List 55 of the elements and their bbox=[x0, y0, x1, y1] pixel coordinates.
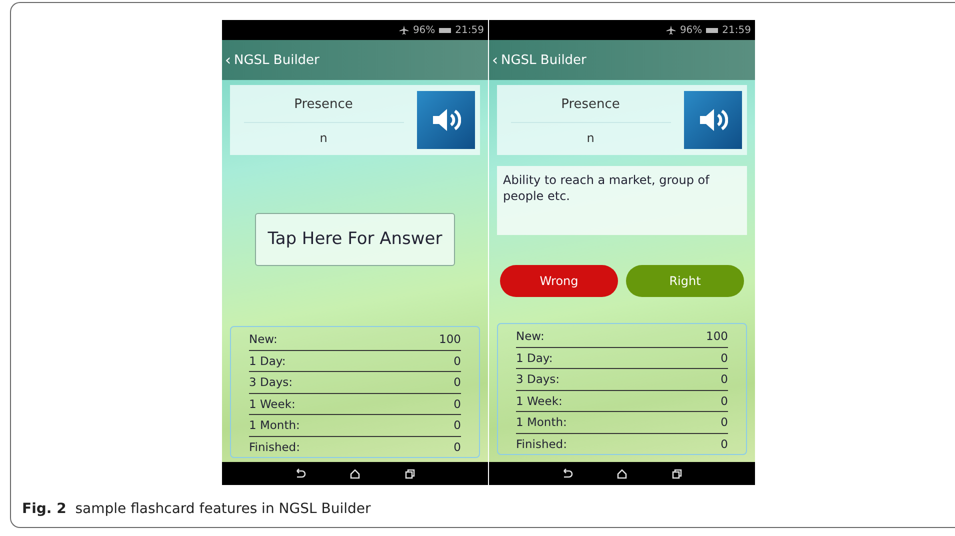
stat-label: 1 Month: bbox=[516, 415, 567, 430]
stat-value: 0 bbox=[720, 394, 728, 408]
stat-value: 0 bbox=[454, 440, 461, 454]
stat-value: 0 bbox=[454, 375, 461, 390]
stat-value: 100 bbox=[439, 332, 461, 346]
recents-icon[interactable] bbox=[404, 468, 416, 480]
battery-percent: 96% bbox=[680, 24, 702, 36]
stat-label: Finished: bbox=[249, 440, 300, 454]
grade-button[interactable]: Wrong bbox=[500, 265, 618, 297]
speaker-button[interactable] bbox=[684, 91, 742, 149]
battery-percent: 96% bbox=[412, 24, 436, 36]
stat-label: 1 Week: bbox=[516, 394, 562, 408]
back-button[interactable]: ‹ bbox=[492, 51, 498, 69]
clock-time: 21:59 bbox=[455, 24, 484, 36]
home-icon[interactable] bbox=[616, 468, 628, 480]
answer-button[interactable]: Tap Here For Answer bbox=[255, 212, 455, 266]
stat-label: New: bbox=[516, 329, 544, 344]
back-icon[interactable] bbox=[560, 468, 573, 480]
stat-label: New: bbox=[249, 332, 278, 346]
app-title: NGSL Builder bbox=[234, 52, 320, 68]
battery-icon bbox=[706, 28, 718, 32]
stat-label: 1 Day: bbox=[516, 350, 553, 365]
stat-value: 0 bbox=[454, 396, 461, 411]
stat-label: 1 Day: bbox=[249, 354, 286, 368]
home-icon[interactable] bbox=[348, 468, 361, 480]
stat-label: 3 Days: bbox=[516, 372, 560, 386]
figure-caption: Fig. 2 sample flashcard features in NGSL Builder bbox=[22, 501, 372, 517]
airplane-icon bbox=[398, 25, 409, 35]
airplane-icon bbox=[666, 25, 676, 35]
battery-icon bbox=[439, 28, 452, 32]
word-text: Presence bbox=[294, 96, 353, 114]
stat-value: 0 bbox=[720, 350, 728, 365]
stat-value: 100 bbox=[706, 329, 728, 344]
stat-label: 3 Days: bbox=[249, 375, 293, 390]
grade-button[interactable]: Right bbox=[626, 265, 744, 297]
back-button[interactable]: ‹ bbox=[225, 51, 231, 69]
stat-value: 0 bbox=[454, 418, 461, 432]
word-text: Presence bbox=[561, 96, 620, 114]
back-icon[interactable] bbox=[294, 468, 306, 480]
stat-value: 0 bbox=[720, 436, 728, 451]
stat-label: 1 Month: bbox=[249, 418, 300, 432]
speaker-icon bbox=[698, 106, 728, 134]
speaker-icon bbox=[431, 106, 461, 134]
part-of-speech: n bbox=[586, 130, 594, 147]
part-of-speech: n bbox=[320, 130, 328, 147]
speaker-button[interactable] bbox=[417, 91, 475, 149]
stat-value: 0 bbox=[454, 354, 461, 368]
stat-value: 0 bbox=[720, 415, 728, 430]
clock-time: 21:59 bbox=[722, 24, 751, 36]
recents-icon[interactable] bbox=[671, 468, 684, 480]
definition-text: Ability to reach a market, group of people etc. bbox=[497, 166, 747, 235]
stat-label: Finished: bbox=[516, 436, 567, 451]
app-title: NGSL Builder bbox=[501, 52, 586, 68]
stat-value: 0 bbox=[720, 372, 728, 386]
stat-label: 1 Week: bbox=[249, 396, 296, 411]
